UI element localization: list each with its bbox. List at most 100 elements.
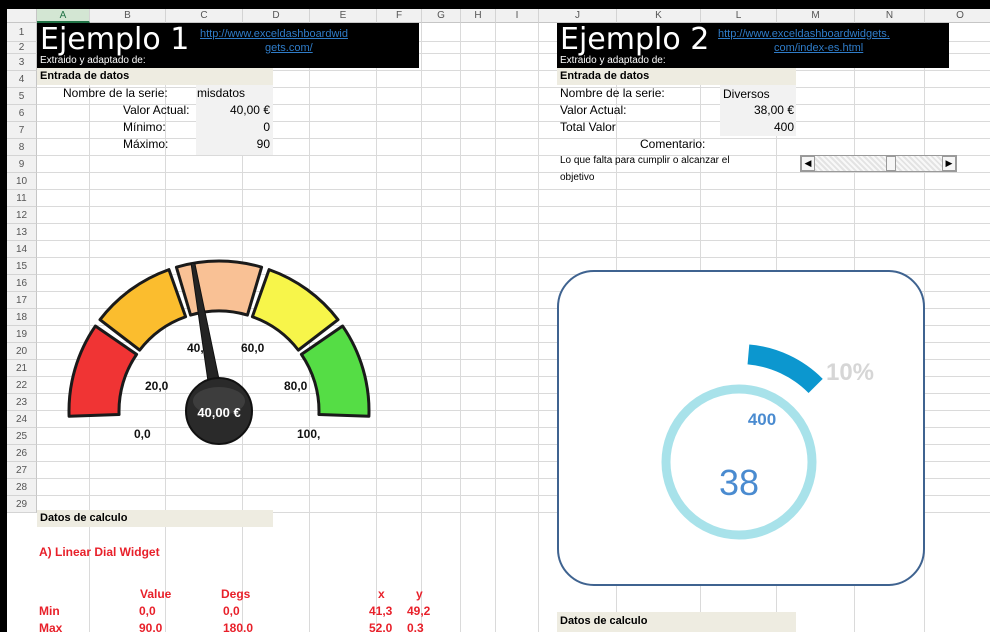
column-header-h[interactable]: H — [461, 9, 496, 23]
widget-title: A) Linear Dial Widget — [39, 545, 160, 559]
example1-link-line2[interactable]: gets.com/ — [265, 42, 313, 54]
row-header-26[interactable]: 26 — [7, 445, 37, 462]
example1-series-value[interactable]: misdatos — [197, 86, 245, 100]
row-header-23[interactable]: 23 — [7, 394, 37, 411]
value-scrollbar[interactable]: ◀ ▶ — [800, 155, 957, 172]
row-header-28[interactable]: 28 — [7, 479, 37, 496]
donut-value-label: 38 — [719, 462, 759, 503]
calc-cell-min-label[interactable]: Min — [39, 604, 60, 618]
column-header-j[interactable]: J — [539, 9, 617, 23]
table-header-x: x — [378, 587, 385, 601]
row-header-19[interactable]: 19 — [7, 326, 37, 343]
row-header-2[interactable]: 2 — [7, 42, 37, 54]
row-header-24[interactable]: 24 — [7, 411, 37, 428]
example1-series-label: Nombre de la serie: — [63, 86, 168, 100]
example2-link-line2[interactable]: com/index-es.html — [774, 42, 863, 54]
example2-title: Ejemplo 2 — [560, 22, 710, 57]
row-header-16[interactable]: 16 — [7, 275, 37, 292]
row-header-3[interactable]: 3 — [7, 54, 37, 71]
calc-cell-max-label[interactable]: Max — [39, 621, 62, 632]
row-header-29[interactable]: 29 — [7, 496, 37, 513]
row-header-25[interactable]: 25 — [7, 428, 37, 445]
row-header-6[interactable]: 6 — [7, 105, 37, 122]
gauge-tick-label-6: 100, — [297, 427, 320, 441]
column-header-b[interactable]: B — [90, 9, 166, 23]
column-header-g[interactable]: G — [422, 9, 461, 23]
gauge-tick-label-2: 20,0 — [145, 379, 169, 393]
row-header-4[interactable]: 4 — [7, 71, 37, 88]
example1-title: Ejemplo 1 — [40, 22, 190, 57]
example1-input-header: Entrada de datos — [40, 70, 130, 82]
column-header-o[interactable]: O — [925, 9, 990, 23]
row-header-20[interactable]: 20 — [7, 343, 37, 360]
gauge-tick-label-1: 0,0 — [134, 427, 151, 441]
scrollbar-track[interactable] — [815, 156, 942, 171]
example2-link-line1[interactable]: http://www.exceldashboardwidgets. — [718, 28, 890, 40]
row-header-18[interactable]: 18 — [7, 309, 37, 326]
column-header-c[interactable]: C — [166, 9, 243, 23]
example1-link-line1[interactable]: http://www.exceldashboardwid — [200, 28, 348, 40]
table-header-y: y — [416, 587, 423, 601]
example1-max-value[interactable]: 90 — [196, 137, 270, 151]
column-header-a[interactable]: A — [37, 9, 90, 23]
column-header-n[interactable]: N — [855, 9, 925, 23]
row-header-12[interactable]: 12 — [7, 207, 37, 224]
calc-cell-min-value[interactable]: 0,0 — [139, 604, 156, 618]
row-header-5[interactable]: 5 — [7, 88, 37, 105]
column-header-d[interactable]: D — [243, 9, 310, 23]
example2-series-label: Nombre de la serie: — [560, 86, 665, 100]
example2-actual-label: Valor Actual: — [560, 103, 627, 117]
row-header-9[interactable]: 9 — [7, 156, 37, 173]
spreadsheet[interactable]: ABCDEFGHIJKLMNO 1 2 3 4 5 6 7 8 9 10 11 12 13 14 15 16 1… — [7, 9, 990, 632]
column-header-i[interactable]: I — [496, 9, 539, 23]
example2-series-value[interactable]: Diversos — [723, 87, 770, 101]
row-header-14[interactable]: 14 — [7, 241, 37, 258]
donut-total-label: 400 — [748, 410, 776, 429]
example2-input-header: Entrada de datos — [560, 70, 650, 82]
row-header-27[interactable]: 27 — [7, 462, 37, 479]
example1-actual-label: Valor Actual: — [123, 103, 190, 117]
row-header-11[interactable]: 11 — [7, 190, 37, 207]
scroll-right-icon[interactable]: ▶ — [942, 156, 956, 171]
row-header-15[interactable]: 15 — [7, 258, 37, 275]
example2-calc-header: Datos de calculo — [560, 615, 648, 627]
calc-cell-min-y[interactable]: 49,2 — [407, 604, 430, 618]
table-header-degs: Degs — [221, 587, 251, 601]
row-header-22[interactable]: 22 — [7, 377, 37, 394]
example1-actual-value[interactable]: 40,00 € — [196, 103, 270, 117]
example2-actual-value[interactable]: 38,00 € — [720, 103, 794, 117]
example2-comment-line1: Lo que falta para cumplir o alcanzar el — [560, 155, 730, 166]
example1-extracted-text: Extraido y adaptado de: — [40, 55, 146, 66]
column-header-m[interactable]: M — [777, 9, 855, 23]
column-header-k[interactable]: K — [617, 9, 701, 23]
calc-cell-min-x[interactable]: 41,3 — [369, 604, 392, 618]
example1-min-value[interactable]: 0 — [196, 120, 270, 134]
example2-comment-label: Comentario: — [640, 137, 706, 151]
row-header-1[interactable]: 1 — [7, 23, 37, 42]
calc-cell-max-x[interactable]: 52,0 — [369, 621, 392, 632]
row-header-7[interactable]: 7 — [7, 122, 37, 139]
example1-max-label: Máximo: — [123, 137, 169, 151]
gauge-center-label: 40,00 € — [197, 405, 240, 420]
column-header-l[interactable]: L — [701, 9, 777, 23]
linear-dial-gauge[interactable]: 0,0 20,0 40, 60,0 80,0 100, 40,00 € — [61, 251, 397, 461]
column-header-e[interactable]: E — [310, 9, 377, 23]
gauge-tick-label-3: 40, — [187, 341, 204, 355]
row-header-17[interactable]: 17 — [7, 292, 37, 309]
calc-cell-max-y[interactable]: 0,3 — [407, 621, 424, 632]
scroll-left-icon[interactable]: ◀ — [801, 156, 815, 171]
row-header-10[interactable]: 10 — [7, 173, 37, 190]
column-header-f[interactable]: F — [377, 9, 422, 23]
example2-total-value[interactable]: 400 — [720, 120, 794, 134]
select-all-corner[interactable] — [7, 9, 37, 23]
calc-cell-max-value[interactable]: 90,0 — [139, 621, 162, 632]
scrollbar-thumb[interactable] — [886, 156, 897, 171]
gauge-tick-label-4: 60,0 — [241, 341, 265, 355]
row-header-21[interactable]: 21 — [7, 360, 37, 377]
row-header-8[interactable]: 8 — [7, 139, 37, 156]
row-header-13[interactable]: 13 — [7, 224, 37, 241]
donut-widget[interactable]: 10% 400 38 — [556, 269, 928, 589]
cell-grid[interactable]: Ejemplo 1 http://www.exceldashboardwid g… — [37, 22, 990, 632]
calc-cell-max-degs[interactable]: 180,0 — [223, 621, 253, 632]
calc-cell-min-degs[interactable]: 0,0 — [223, 604, 240, 618]
